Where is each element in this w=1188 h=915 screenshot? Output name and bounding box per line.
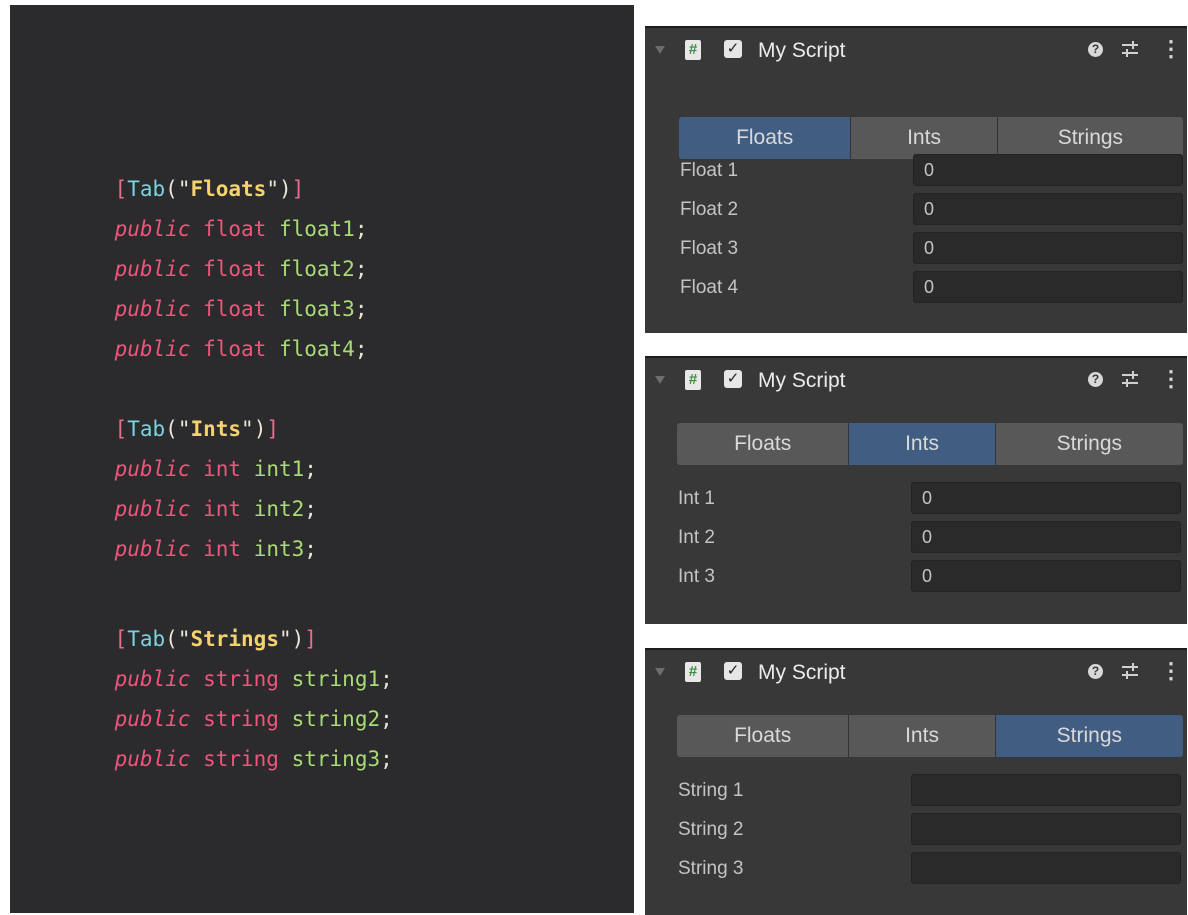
- code-token-identifier: int3: [253, 537, 305, 561]
- component-title: My Script: [758, 369, 846, 392]
- code-line-attribute: [Tab("Floats")]: [64, 144, 305, 201]
- field-label: Float 3: [680, 238, 739, 259]
- inspector-panel-strings: # ✓ My Script ? ⋮ Floats Ints Strings St…: [645, 648, 1187, 915]
- script-icon: #: [685, 662, 701, 682]
- code-line-field: public float float1;: [64, 184, 368, 241]
- more-menu-icon[interactable]: ⋮: [1160, 658, 1182, 684]
- float-field[interactable]: 0: [913, 193, 1183, 225]
- float-field[interactable]: 0: [913, 154, 1183, 186]
- more-menu-icon[interactable]: ⋮: [1160, 366, 1182, 392]
- field-label: String 3: [678, 858, 744, 879]
- field-row: Int 1 0: [645, 480, 1187, 518]
- code-line-field: public float float2;: [64, 224, 368, 281]
- tab-bar: Floats Ints Strings: [677, 715, 1183, 757]
- component-title: My Script: [758, 661, 846, 684]
- code-editor: [Tab("Floats")] public float float1; pub…: [10, 5, 634, 913]
- code-line-attribute: [Tab("Ints")]: [64, 384, 279, 441]
- inspector-panel-ints: # ✓ My Script ? ⋮ Floats Ints Strings In…: [645, 356, 1187, 624]
- code-token-type: int: [203, 537, 242, 561]
- code-line-field: public string string1;: [64, 634, 393, 691]
- field-row: String 1: [645, 772, 1187, 810]
- field-label: Float 1: [680, 160, 739, 181]
- tab-ints[interactable]: Ints: [849, 715, 996, 757]
- code-line-field: public float float4;: [64, 304, 368, 361]
- field-row: String 2: [645, 811, 1187, 849]
- code-token-identifier: float4: [278, 337, 355, 361]
- component-header[interactable]: # ✓ My Script ? ⋮: [645, 28, 1187, 72]
- int-field[interactable]: 0: [911, 560, 1181, 592]
- presets-icon[interactable]: [1120, 368, 1140, 390]
- component-header[interactable]: # ✓ My Script ? ⋮: [645, 358, 1187, 402]
- foldout-arrow-icon[interactable]: [655, 668, 665, 676]
- field-row: Float 4 0: [645, 269, 1187, 307]
- tab-floats[interactable]: Floats: [677, 715, 850, 757]
- code-token-keyword: public: [114, 747, 191, 771]
- code-line-field: public string string3;: [64, 714, 393, 771]
- field-label: Float 4: [680, 277, 739, 298]
- field-row: String 3: [645, 850, 1187, 888]
- code-line-field: public int int2;: [64, 464, 317, 521]
- code-line-field: public int int1;: [64, 424, 317, 481]
- text-field[interactable]: [911, 774, 1181, 806]
- field-label: String 1: [678, 780, 744, 801]
- field-row: Int 2 0: [645, 519, 1187, 557]
- help-icon[interactable]: ?: [1088, 372, 1103, 387]
- tab-bar: Floats Ints Strings: [677, 423, 1183, 465]
- code-line-field: public string string2;: [64, 674, 393, 731]
- code-token-type: float: [203, 337, 267, 361]
- code-token-identifier: string3: [291, 747, 381, 771]
- code-line-field: public float float3;: [64, 264, 368, 321]
- code-token-semicolon: ;: [304, 537, 317, 561]
- presets-icon[interactable]: [1120, 38, 1140, 60]
- help-icon[interactable]: ?: [1088, 664, 1103, 679]
- more-menu-icon[interactable]: ⋮: [1160, 36, 1182, 62]
- int-field[interactable]: 0: [911, 521, 1181, 553]
- help-icon[interactable]: ?: [1088, 42, 1103, 57]
- code-token-type: string: [203, 747, 279, 771]
- foldout-arrow-icon[interactable]: [655, 46, 665, 54]
- field-row: Int 3 0: [645, 558, 1187, 596]
- script-icon: #: [685, 40, 701, 60]
- int-field[interactable]: 0: [911, 482, 1181, 514]
- enable-checkbox[interactable]: ✓: [724, 370, 742, 388]
- code-line-attribute: [Tab("Strings")]: [64, 594, 317, 651]
- field-label: Int 1: [678, 488, 715, 509]
- field-row: Float 3 0: [645, 230, 1187, 268]
- component-header[interactable]: # ✓ My Script ? ⋮: [645, 650, 1187, 694]
- tab-strings[interactable]: Strings: [995, 715, 1183, 757]
- code-token-keyword: public: [114, 537, 191, 561]
- code-token-semicolon: ;: [380, 747, 393, 771]
- tab-floats[interactable]: Floats: [677, 423, 850, 465]
- text-field[interactable]: [911, 852, 1181, 884]
- tab-ints[interactable]: Ints: [849, 423, 996, 465]
- float-field[interactable]: 0: [913, 232, 1183, 264]
- code-token-keyword: public: [114, 337, 191, 361]
- field-label: Int 2: [678, 527, 715, 548]
- foldout-arrow-icon[interactable]: [655, 376, 665, 384]
- enable-checkbox[interactable]: ✓: [724, 40, 742, 58]
- field-label: Int 3: [678, 566, 715, 587]
- code-token-semicolon: ;: [354, 337, 368, 361]
- presets-icon[interactable]: [1120, 660, 1140, 682]
- field-label: String 2: [678, 819, 744, 840]
- text-field[interactable]: [911, 813, 1181, 845]
- script-icon: #: [685, 370, 701, 390]
- code-line-field: public int int3;: [64, 504, 317, 561]
- float-field[interactable]: 0: [913, 271, 1183, 303]
- enable-checkbox[interactable]: ✓: [724, 662, 742, 680]
- field-row: Float 2 0: [645, 191, 1187, 229]
- inspector-panel-floats: # ✓ My Script ? ⋮ Floats Ints Strings Fl…: [645, 26, 1187, 333]
- component-title: My Script: [758, 39, 846, 62]
- field-label: Float 2: [680, 199, 739, 220]
- field-row: Float 1 0: [645, 152, 1187, 190]
- tab-strings[interactable]: Strings: [995, 423, 1183, 465]
